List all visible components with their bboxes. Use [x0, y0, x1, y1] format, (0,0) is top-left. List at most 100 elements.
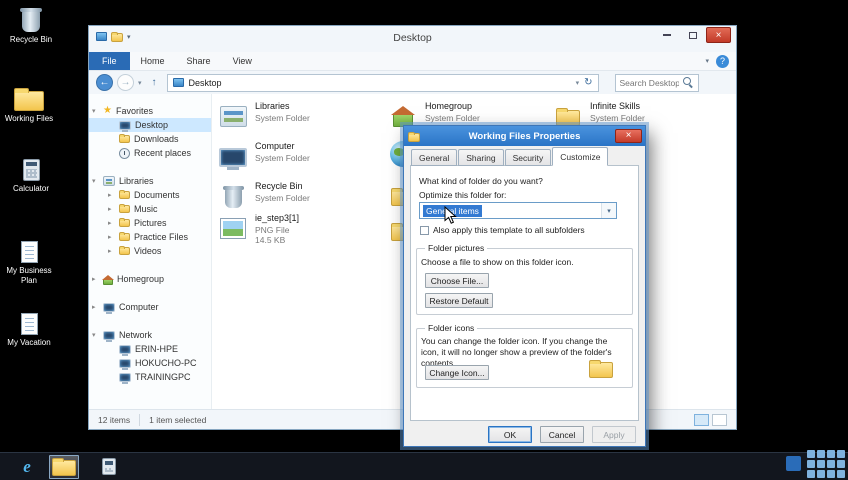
tab-general[interactable]: General	[411, 149, 458, 166]
tab-share[interactable]: Share	[176, 52, 222, 70]
search-box[interactable]	[614, 73, 699, 92]
taskbar-internet-explorer-button[interactable]: e	[12, 455, 42, 479]
close-button[interactable]: ×	[706, 27, 731, 43]
tab-home[interactable]: Home	[130, 52, 176, 70]
dropdown-arrow-icon[interactable]: ▾	[601, 203, 616, 218]
desktop-icon-label: Recycle Bin	[9, 35, 53, 44]
minimize-icon	[662, 34, 671, 36]
selection-count: 1 item selected	[149, 414, 207, 425]
sidebar-item-trainingpc[interactable]: TRAININGPC	[89, 370, 211, 384]
libraries-icon	[103, 176, 115, 186]
grid-overlay-icon	[807, 450, 845, 478]
change-icon-button[interactable]: Change Icon...	[425, 365, 489, 380]
computer-icon	[103, 302, 115, 312]
properties-dialog: Working Files Properties × General Shari…	[403, 125, 646, 447]
chevron-down-icon[interactable]: ▾	[92, 107, 96, 115]
taskbar-file-explorer-button[interactable]	[49, 454, 79, 479]
calculator-icon	[22, 159, 40, 181]
checkbox[interactable]	[420, 225, 429, 235]
sidebar-item-hokucho-pc[interactable]: HOKUCHO-PC	[89, 356, 211, 370]
sidebar-item-libraries[interactable]: ▾ Libraries	[89, 174, 211, 188]
location-icon	[172, 78, 184, 87]
sidebar-item-network[interactable]: ▾ Network	[89, 328, 211, 342]
file-item-computer[interactable]: Computer System Folder	[217, 141, 379, 171]
recycle-bin-icon	[20, 8, 42, 32]
desktop-icon-working-files[interactable]: Working Files	[2, 84, 56, 124]
chevron-down-icon[interactable]: ▾	[92, 331, 96, 339]
tab-customize[interactable]: Customize	[552, 147, 609, 166]
sidebar-item-desktop[interactable]: Desktop	[89, 118, 211, 132]
network-icon	[103, 330, 115, 340]
chevron-right-icon[interactable]: ▸	[108, 219, 112, 227]
title-bar[interactable]: ▾ Desktop ×	[89, 26, 736, 52]
search-icon[interactable]	[682, 77, 694, 88]
folder-icons-legend: Folder icons	[425, 323, 478, 333]
folder-icon	[119, 204, 130, 213]
sidebar-item-erin-hpe[interactable]: ERIN-HPE	[89, 342, 211, 356]
chevron-right-icon[interactable]: ▸	[108, 205, 112, 213]
refresh-icon[interactable]: ↻	[584, 77, 592, 88]
folder-pictures-group: Folder pictures Choose a file to show on…	[416, 243, 633, 315]
thumbnail-view-button[interactable]	[712, 413, 727, 426]
image-file-icon	[220, 217, 246, 239]
monitor-icon	[119, 120, 131, 130]
forward-button[interactable]: →	[117, 74, 134, 91]
cancel-button[interactable]: Cancel	[540, 426, 584, 443]
dialog-title-bar[interactable]: Working Files Properties	[404, 126, 645, 146]
folder-icon	[119, 134, 130, 143]
chevron-right-icon[interactable]: ▸	[108, 233, 112, 241]
sidebar-item-music[interactable]: ▸ Music	[89, 202, 211, 216]
folder-icon	[119, 218, 130, 227]
desktop-icon-my-business-plan[interactable]: My Business Plan	[2, 236, 56, 285]
items-count: 12 items	[98, 414, 131, 425]
desktop-icon-my-vacation[interactable]: My Vacation	[2, 308, 56, 348]
sidebar-item-computer[interactable]: ▸ Computer	[89, 300, 211, 314]
search-input[interactable]	[615, 77, 683, 88]
apply-button[interactable]: Apply	[592, 426, 636, 443]
chevron-right-icon[interactable]: ▸	[92, 303, 96, 311]
clock-icon	[119, 147, 130, 159]
chevron-right-icon[interactable]: ▸	[108, 247, 112, 255]
chevron-right-icon[interactable]: ▸	[92, 275, 96, 283]
file-item-ie-step3[interactable]: ie_step3[1] PNG File 14.5 KB	[217, 213, 379, 246]
sidebar-item-recent-places[interactable]: Recent places	[89, 146, 211, 160]
choose-file-button[interactable]: Choose File...	[425, 273, 489, 288]
chevron-right-icon[interactable]: ▸	[108, 191, 112, 199]
desktop-icon-calculator[interactable]: Calculator	[4, 154, 58, 194]
apply-template-checkbox-row[interactable]: Also apply this template to all subfolde…	[420, 225, 585, 235]
maximize-button[interactable]	[680, 27, 705, 43]
taskbar-calculator-button[interactable]	[94, 455, 124, 479]
sidebar-item-practice-files[interactable]: ▸ Practice Files	[89, 230, 211, 244]
libraries-icon	[219, 105, 247, 127]
ok-button[interactable]: OK	[488, 426, 532, 443]
ribbon-collapse-icon[interactable]: ▾	[705, 57, 709, 65]
details-view-button[interactable]	[694, 413, 709, 426]
restore-default-button[interactable]: Restore Default	[425, 293, 493, 308]
sidebar-item-downloads[interactable]: Downloads	[89, 132, 211, 146]
tab-sharing[interactable]: Sharing	[458, 149, 504, 166]
internet-explorer-icon: e	[23, 457, 31, 476]
desktop-icon-recycle-bin[interactable]: Recycle Bin	[4, 5, 58, 45]
tab-view[interactable]: View	[222, 52, 263, 70]
sidebar-item-homegroup[interactable]: ▸ Homegroup	[89, 272, 211, 286]
folder-pictures-text: Choose a file to show on this folder ico…	[421, 257, 574, 267]
breadcrumb-location[interactable]: Desktop	[189, 78, 222, 88]
sidebar-item-videos[interactable]: ▸ Videos	[89, 244, 211, 258]
breadcrumb[interactable]: Desktop ▾ ↻	[166, 73, 599, 92]
dialog-close-button[interactable]: ×	[615, 129, 642, 143]
file-item-recycle-bin[interactable]: Recycle Bin System Folder	[217, 181, 379, 211]
file-item-libraries[interactable]: Libraries System Folder	[217, 101, 379, 131]
minimize-button[interactable]	[654, 27, 679, 43]
tab-security[interactable]: Security	[504, 149, 552, 166]
history-chevron-icon[interactable]: ▾	[138, 79, 142, 87]
up-button[interactable]: ↑	[146, 75, 163, 91]
chevron-down-icon[interactable]: ▾	[92, 177, 96, 185]
sidebar-item-documents[interactable]: ▸ Documents	[89, 188, 211, 202]
tab-file[interactable]: File	[89, 52, 130, 70]
help-icon[interactable]: ?	[716, 54, 729, 68]
breadcrumb-chevron-icon[interactable]: ▾	[576, 79, 580, 87]
sidebar-item-pictures[interactable]: ▸ Pictures	[89, 216, 211, 230]
back-button[interactable]: ←	[96, 74, 113, 91]
file-explorer-icon	[52, 458, 76, 476]
sidebar-item-favorites[interactable]: ▾ ★ Favorites	[89, 104, 211, 118]
